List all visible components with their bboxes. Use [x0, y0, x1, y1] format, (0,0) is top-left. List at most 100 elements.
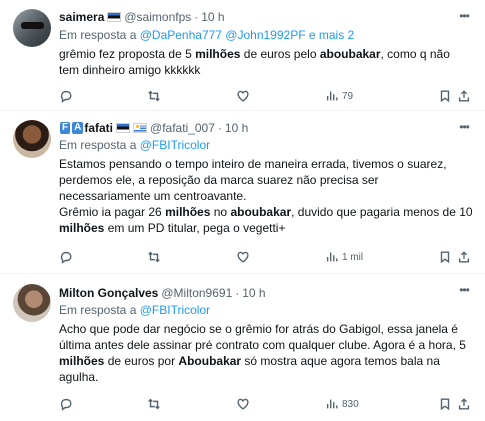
display-name[interactable]: Milton Gonçalves [59, 286, 158, 300]
bookmark-button[interactable] [438, 396, 452, 412]
tweet[interactable]: Milton Gonçalves @Milton9691 · 10 h ••• … [0, 274, 485, 421]
tweet-text-run: no [210, 205, 231, 219]
display-name[interactable]: saimera [59, 10, 104, 24]
views-count: 1 mil [342, 251, 364, 263]
action-bar: 1 mil [59, 249, 473, 265]
action-bar: 79 [59, 88, 473, 104]
timestamp[interactable]: 10 h [242, 286, 265, 300]
bookmark-button[interactable] [438, 249, 452, 265]
retweet-icon [148, 90, 160, 102]
views-count: 79 [342, 90, 354, 102]
estonia-flag-icon [107, 12, 122, 22]
views-count: 830 [342, 398, 359, 410]
tweet-paragraph: Acho que pode dar negócio se o grêmio fo… [59, 321, 473, 385]
tweet-text: grêmio fez proposta de 5 milhões de euro… [59, 46, 473, 78]
tweet-text-run: de euros por [104, 354, 179, 368]
share-icon [458, 398, 470, 410]
reply-button[interactable] [59, 396, 73, 412]
reply-context: Em resposta a @FBITricolor [59, 303, 210, 317]
timestamp[interactable]: 10 h [225, 121, 248, 135]
highlighted-term: milhões [59, 221, 105, 235]
action-bar: 830 [59, 396, 473, 412]
tweet-text-run: Grêmio ia pagar 26 [59, 205, 166, 219]
views-chart-icon [326, 252, 338, 262]
reply-mentions[interactable]: @FBITricolor [140, 303, 210, 317]
tweet-text: Acho que pode dar negócio se o grêmio fo… [59, 321, 473, 385]
reply-prefix: Em resposta a [59, 28, 137, 42]
timestamp[interactable]: 10 h [201, 10, 224, 24]
reply-button[interactable] [59, 88, 73, 104]
highlighted-term: milhões [59, 354, 105, 368]
reply-icon [60, 90, 72, 103]
separator-dot: · [194, 10, 199, 24]
views-button[interactable]: 1 mil [325, 249, 363, 265]
reply-prefix: Em resposta a [59, 138, 137, 152]
like-button[interactable] [236, 396, 250, 412]
share-button[interactable] [457, 249, 471, 265]
heart-icon [237, 90, 249, 102]
estonia-flag-icon [116, 123, 131, 133]
more-dots-icon[interactable]: ••• [456, 121, 472, 133]
tweet-text-run: Estamos pensando o tempo inteiro de mane… [59, 157, 447, 203]
reply-mentions[interactable]: @DaPenha777 @John1992PF e mais 2 [140, 28, 355, 42]
bookmark-button[interactable] [438, 88, 452, 104]
views-button[interactable]: 79 [325, 88, 353, 104]
tweet-paragraph: Grêmio ia pagar 26 milhões no aboubakar,… [59, 204, 473, 236]
tweet-text-run: grêmio fez proposta de 5 [59, 47, 196, 61]
reply-context: Em resposta a @DaPenha777 @John1992PF e … [59, 28, 354, 42]
tweet-text-run: de euros pelo [240, 47, 320, 61]
views-chart-icon [326, 91, 338, 101]
user-handle[interactable]: @fafati_007 [150, 121, 215, 135]
retweet-button[interactable] [147, 88, 161, 104]
tweet[interactable]: saimera @saimonfps · 10 h ••• Em respost… [0, 0, 485, 111]
retweet-button[interactable] [147, 396, 161, 412]
tweet-header: saimera @saimonfps · 10 h [59, 9, 225, 25]
highlighted-term: milhões [165, 205, 211, 219]
user-handle[interactable]: @saimonfps [124, 10, 191, 24]
highlighted-term: milhões [195, 47, 241, 61]
reply-mentions[interactable]: @FBITricolor [140, 138, 210, 152]
user-handle[interactable]: @Milton9691 [161, 286, 232, 300]
tweet-header: F A fafati @fafati_007 · 10 h [59, 120, 248, 136]
bookmark-icon [440, 90, 450, 103]
views-chart-icon [326, 399, 338, 409]
tweet-paragraph: Estamos pensando o tempo inteiro de mane… [59, 156, 473, 204]
avatar[interactable] [13, 9, 51, 47]
avatar[interactable] [13, 120, 51, 158]
separator-dot: · [235, 286, 240, 300]
retweet-icon [148, 251, 160, 263]
like-button[interactable] [236, 88, 250, 104]
separator-dot: · [217, 121, 222, 135]
reply-button[interactable] [59, 249, 73, 265]
share-button[interactable] [457, 88, 471, 104]
tweet-paragraph: grêmio fez proposta de 5 milhões de euro… [59, 46, 473, 78]
heart-icon [237, 251, 249, 263]
more-dots-icon[interactable]: ••• [456, 284, 472, 296]
bookmark-icon [440, 251, 450, 264]
retweet-icon [148, 398, 160, 410]
avatar[interactable] [13, 284, 51, 322]
uruguay-flag-icon [133, 123, 148, 133]
share-button[interactable] [457, 396, 471, 412]
tweet-text: Estamos pensando o tempo inteiro de mane… [59, 156, 473, 236]
highlighted-term: Aboubakar [178, 354, 242, 368]
tweet-text-run: Acho que pode dar negócio se o grêmio fo… [59, 322, 466, 352]
tweet-header: Milton Gonçalves @Milton9691 · 10 h [59, 285, 266, 301]
display-name[interactable]: fafati [84, 121, 113, 135]
heart-icon [237, 398, 249, 410]
share-icon [458, 90, 470, 102]
more-dots-icon[interactable]: ••• [456, 10, 472, 22]
letter-f-icon: F [60, 122, 71, 134]
reply-prefix: Em resposta a [59, 303, 137, 317]
retweet-button[interactable] [147, 249, 161, 265]
like-button[interactable] [236, 249, 250, 265]
tweet[interactable]: F A fafati @fafati_007 · 10 h ••• Em res… [0, 111, 485, 274]
reply-context: Em resposta a @FBITricolor [59, 138, 210, 152]
tweet-text-run: , duvido que pagaria menos de 10 [291, 205, 473, 219]
share-icon [458, 251, 470, 263]
reply-icon [60, 398, 72, 411]
views-button[interactable]: 830 [325, 396, 359, 412]
highlighted-term: aboubakar [319, 47, 381, 61]
letter-a-icon: A [72, 122, 84, 134]
tweet-text-run: em um PD titular, pega o vegetti+ [104, 221, 286, 235]
